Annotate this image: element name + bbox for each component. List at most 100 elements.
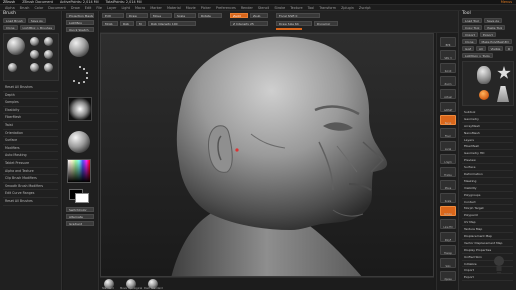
brush-subpalette-item[interactable]: Samples [3,99,58,107]
tool-subpalette-item[interactable]: NanoMesh [462,130,513,137]
tool-subpalette-item[interactable]: Display Properties [462,247,513,254]
lightbox-brushes-button[interactable]: LightBox > Brushes [19,25,56,30]
brush-subpalette-item[interactable]: Alpha and Texture [3,168,58,176]
rgb-button[interactable]: Rgb [120,21,134,26]
save-as-brush-button[interactable]: Save As [27,18,46,23]
draw-mode-button[interactable]: Draw [126,13,148,18]
tool-subpalette-item[interactable]: Geometry HD [462,150,513,158]
alternate-color-button[interactable]: Alternate [66,214,94,219]
shelf-button-line-fill[interactable]: Line Fill [440,219,456,229]
zadd-button[interactable]: Zadd [230,13,248,18]
shelf-button-actual[interactable]: Actual [440,89,456,99]
subtool-orange-icon[interactable] [479,90,489,100]
clone-tool-button[interactable]: Clone [462,39,477,44]
export-tool-button[interactable]: Export [479,32,496,37]
shelf-button-rotate[interactable]: Rotate [440,206,456,216]
brush-subpalette-item[interactable]: Surface [3,137,58,145]
material-slot-icon[interactable] [68,131,90,153]
quick-sketch-button[interactable]: Quick Sketch [66,27,94,32]
brush-subpalette-item[interactable]: Elasticity [3,107,58,115]
brush-thumbnail[interactable] [8,63,17,72]
tool-subpalette-item[interactable]: Morph Target [462,205,513,213]
brush-thumbnail[interactable] [44,50,53,59]
make-polymesh-button[interactable]: Make PolyMesh3D [478,39,512,44]
m-button[interactable]: M [136,21,146,26]
shelf-button-polyf[interactable]: PolyF [440,232,456,242]
brush-subpalette-item[interactable]: Depth [3,92,58,100]
shelf-button-spix-3[interactable]: SPix 3 [440,50,456,60]
goz-all-button[interactable]: All [475,46,486,51]
rgb-intensity-slider[interactable]: Rgb Intensity 100 [148,21,196,26]
tool-subpalette-item[interactable]: Layers [462,137,513,144]
move-mode-button[interactable]: Move [150,13,172,18]
tool-subpalette-item[interactable]: Contact [462,199,513,206]
zsub-button[interactable]: Zsub [250,13,268,18]
alpha-slot-icon[interactable] [68,97,92,121]
paste-tool-button[interactable]: Paste Tool [484,25,506,30]
focal-shift-slider[interactable]: Focal Shift 0 [276,13,320,18]
brush-subpalette-item[interactable]: Orientation [3,130,58,138]
tool-subpalette-item[interactable]: FiberMesh [462,143,513,151]
tool-subpalette-item[interactable]: Polygroups [462,192,513,199]
lightbulb-icon[interactable] [492,254,506,276]
clone-brush-button[interactable]: Clone [3,25,18,30]
edit-mode-button[interactable]: Edit [102,13,124,18]
brush-thumbnail[interactable] [44,37,53,46]
brush-subpalette-item[interactable]: FiberMesh [3,114,58,122]
brush-thumbnail[interactable] [30,37,39,46]
tool-subpalette-item[interactable]: Displacement Map [462,233,513,240]
shelf-button-persp[interactable]: Persp [440,115,456,125]
shelf-button-xpose[interactable]: Xpose [440,271,456,281]
goz-button[interactable]: GoZ [462,46,474,51]
save-as-tool-button[interactable]: Save As [483,18,502,23]
stroke-dots-icon[interactable] [69,66,91,88]
projection-master-button[interactable]: Projection Master [66,13,94,18]
brush-subpalette-item[interactable]: Edit Curve Ranges [3,190,58,198]
lightbox-button[interactable]: LightBox [66,20,94,25]
tool-subpalette-item[interactable]: Masking [462,178,513,185]
lightbox-tools-button[interactable]: Lightbox > Tools [462,53,493,58]
shelf-button-bpr[interactable]: BPR [440,37,456,47]
shelf-button-aahalf[interactable]: AAHalf [440,102,456,112]
tool-subpalette-item[interactable]: Preview [462,157,513,165]
z-intensity-slider[interactable]: Z Intensity 25 [230,21,268,26]
import-tool-button[interactable]: Import [462,32,478,37]
mrgb-button[interactable]: Mrgb [102,21,118,26]
tool-subpalette-item[interactable]: Polypaint [462,212,513,220]
switch-color-button[interactable]: SwitchColor [66,207,94,212]
shelf-button-move[interactable]: Move [440,180,456,190]
shelf-button-scale[interactable]: Scale [440,193,456,203]
brush-subpalette-item[interactable]: Tablet Pressure [3,160,58,168]
gradient-color-button[interactable]: Gradient [66,221,94,226]
brush-subpalette-item[interactable]: Auto Masking [3,152,58,160]
shelf-button-zoom[interactable]: Zoom [440,76,456,86]
copy-tool-button[interactable]: Copy Tool [462,25,483,30]
shelf-button-scroll[interactable]: Scroll [440,63,456,73]
shelf-button-solo[interactable]: Solo [440,258,456,268]
color-picker[interactable] [67,159,91,183]
brush-slot-icon[interactable] [69,37,89,57]
brush-thumbnail[interactable] [30,50,39,59]
tool-subpalette-item[interactable]: Surface [462,164,513,172]
polymesh-tool-thumbnail[interactable] [497,86,509,102]
rotate-mode-button[interactable]: Rotate [198,13,222,18]
goz-r-button[interactable]: R [504,46,513,51]
tool-subpalette-item[interactable]: Texture Map [462,226,513,234]
brush-thumbnail[interactable] [44,63,53,72]
shelf-button-l-sym[interactable]: L.Sym [440,154,456,164]
head-tool-thumbnail[interactable] [477,66,491,84]
dynamic-button[interactable]: Dynamic [314,21,338,26]
brush-subpalette-item[interactable]: Reset All Brushes [3,84,58,92]
shelf-button-frame[interactable]: Frame [440,167,456,177]
current-brush-thumbnail[interactable] [7,37,25,55]
tool-subpalette-item[interactable]: ArrayMesh [462,123,513,130]
tool-subpalette-item[interactable]: Visibility [462,185,513,192]
star-tool-thumbnail[interactable] [497,66,511,79]
brush-subpalette-item[interactable]: Smooth Brush Modifiers [3,183,58,191]
brush-subpalette-item[interactable]: Reset All Brushes [3,198,58,206]
tool-subpalette-item[interactable]: Vector Displacement Map [462,240,513,247]
brush-subpalette-item[interactable]: Twist [3,122,58,130]
shelf-button-floor[interactable]: Floor [440,128,456,138]
shelf-button-transp[interactable]: Transp [440,245,456,255]
document-canvas[interactable] [100,33,434,277]
